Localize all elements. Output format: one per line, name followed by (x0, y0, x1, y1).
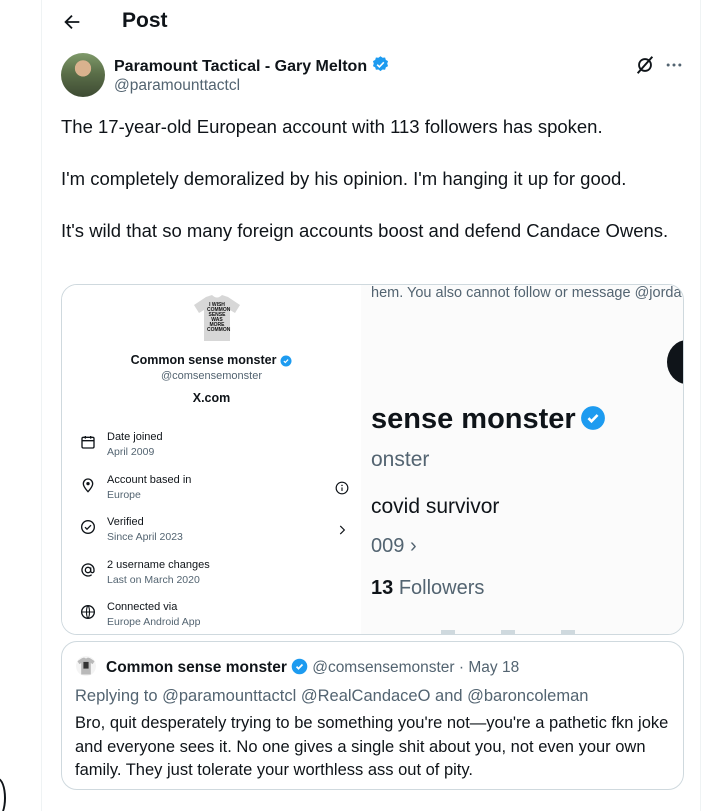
zoom-profile-name: sense monster (371, 403, 576, 435)
profile-name: Common sense monster (130, 353, 277, 367)
profile-action-button (667, 340, 683, 384)
tshirt-avatar-icon (77, 657, 95, 675)
at-sign-icon (81, 563, 95, 577)
post-column: Post Paramount Tactical - Gary Melton @p… (41, 0, 701, 811)
verified-badge-icon (580, 406, 605, 430)
info-value: April 2009 (107, 446, 155, 458)
replying-to: Replying to @paramounttactcl @RealCandac… (75, 687, 589, 705)
quote-avatar[interactable] (76, 656, 96, 676)
quote-date[interactable]: May 18 (468, 659, 519, 676)
profile-handle: @comsensemonster (160, 370, 263, 382)
tshirt-slogan: I WISH COMMON SENSE WAS MORE COMMON (207, 302, 231, 333)
verified-badge-icon (291, 658, 308, 675)
info-row-connected-via: Connected via Europe Android App (80, 601, 355, 634)
quote-author-name[interactable]: Common sense monster (106, 659, 287, 676)
info-value: Europe Android App (107, 616, 201, 628)
quote-author-handle[interactable]: @comsensemonster (312, 659, 454, 676)
author-name[interactable]: Paramount Tactical - Gary Melton (114, 58, 367, 75)
profile-info-panel: I WISH COMMON SENSE WAS MORE COMMON Comm… (62, 285, 361, 634)
zoom-joined-date-text: 009 (371, 535, 405, 557)
info-label: Account based in (107, 474, 192, 486)
info-label: Verified (107, 516, 144, 528)
info-label: 2 username changes (107, 559, 210, 571)
quoted-post[interactable]: Common sense monster @comsensemonster · … (61, 641, 684, 790)
zoom-followers-count: 13 (371, 577, 394, 599)
site-label: X.com (192, 391, 231, 405)
zoom-profile-name-row: sense monster (371, 403, 606, 436)
post-paragraph: It's wild that so many foreign accounts … (61, 220, 669, 241)
info-row-verified: Verified Since April 2023 (80, 516, 355, 556)
info-row-username-changes: 2 username changes Last on March 2020 (80, 559, 355, 599)
quote-text: Bro, quit desperately trying to be somet… (75, 714, 669, 779)
zoom-profile-bio: covid survivor (371, 495, 500, 518)
grok-icon[interactable] (634, 54, 656, 76)
info-label: Connected via (107, 601, 178, 613)
zoom-profile-handle: onster (371, 448, 430, 471)
info-value: Since April 2023 (107, 531, 183, 543)
globe-icon (81, 605, 95, 619)
profile-name-row: Common sense monster (62, 353, 361, 367)
post-paragraph: The 17-year-old European account with 11… (61, 116, 603, 137)
quote-header: Common sense monster @comsensemonster · … (106, 658, 519, 677)
edge-decoration (0, 778, 6, 811)
verified-check-icon (81, 520, 95, 534)
header: Post (42, 0, 702, 44)
info-row-date-joined: Date joined April 2009 (80, 431, 355, 471)
location-pin-icon (82, 478, 94, 493)
page-title: Post (122, 9, 168, 32)
calendar-icon (81, 436, 95, 449)
info-value: Last on March 2020 (107, 574, 200, 586)
attached-image[interactable]: I WISH COMMON SENSE WAS MORE COMMON Comm… (61, 284, 684, 635)
author-handle[interactable]: @paramounttactcl (114, 77, 240, 95)
author-avatar[interactable] (61, 53, 105, 97)
info-row-account-based: Account based in Europe (80, 474, 355, 514)
arrow-left-icon (64, 14, 80, 30)
zoom-joined-date: 009 › (371, 535, 417, 558)
info-label: Date joined (107, 431, 163, 443)
zoom-notice-text: hem. You also cannot follow or message @… (371, 285, 682, 301)
zoom-followers: 13 Followers (371, 577, 484, 600)
zoom-followers-label: Followers (398, 577, 485, 599)
zoomed-profile-panel: hem. You also cannot follow or message @… (361, 285, 683, 634)
author-name-row[interactable]: Paramount Tactical - Gary Melton (114, 55, 390, 76)
more-options-icon[interactable] (664, 55, 684, 75)
back-button[interactable] (58, 8, 86, 36)
partial-divider (441, 630, 591, 634)
chevron-right-icon: › (409, 535, 417, 557)
chevron-right-icon[interactable] (335, 523, 349, 537)
info-circle-icon[interactable] (335, 481, 349, 495)
verified-badge-icon (280, 355, 292, 367)
info-value: Europe (107, 489, 141, 501)
verified-badge-icon (373, 56, 389, 72)
separator-dot: · (458, 659, 465, 676)
post-text: The 17-year-old European account with 11… (61, 114, 681, 270)
post-paragraph: I'm completely demoralized by his opinio… (61, 168, 627, 189)
